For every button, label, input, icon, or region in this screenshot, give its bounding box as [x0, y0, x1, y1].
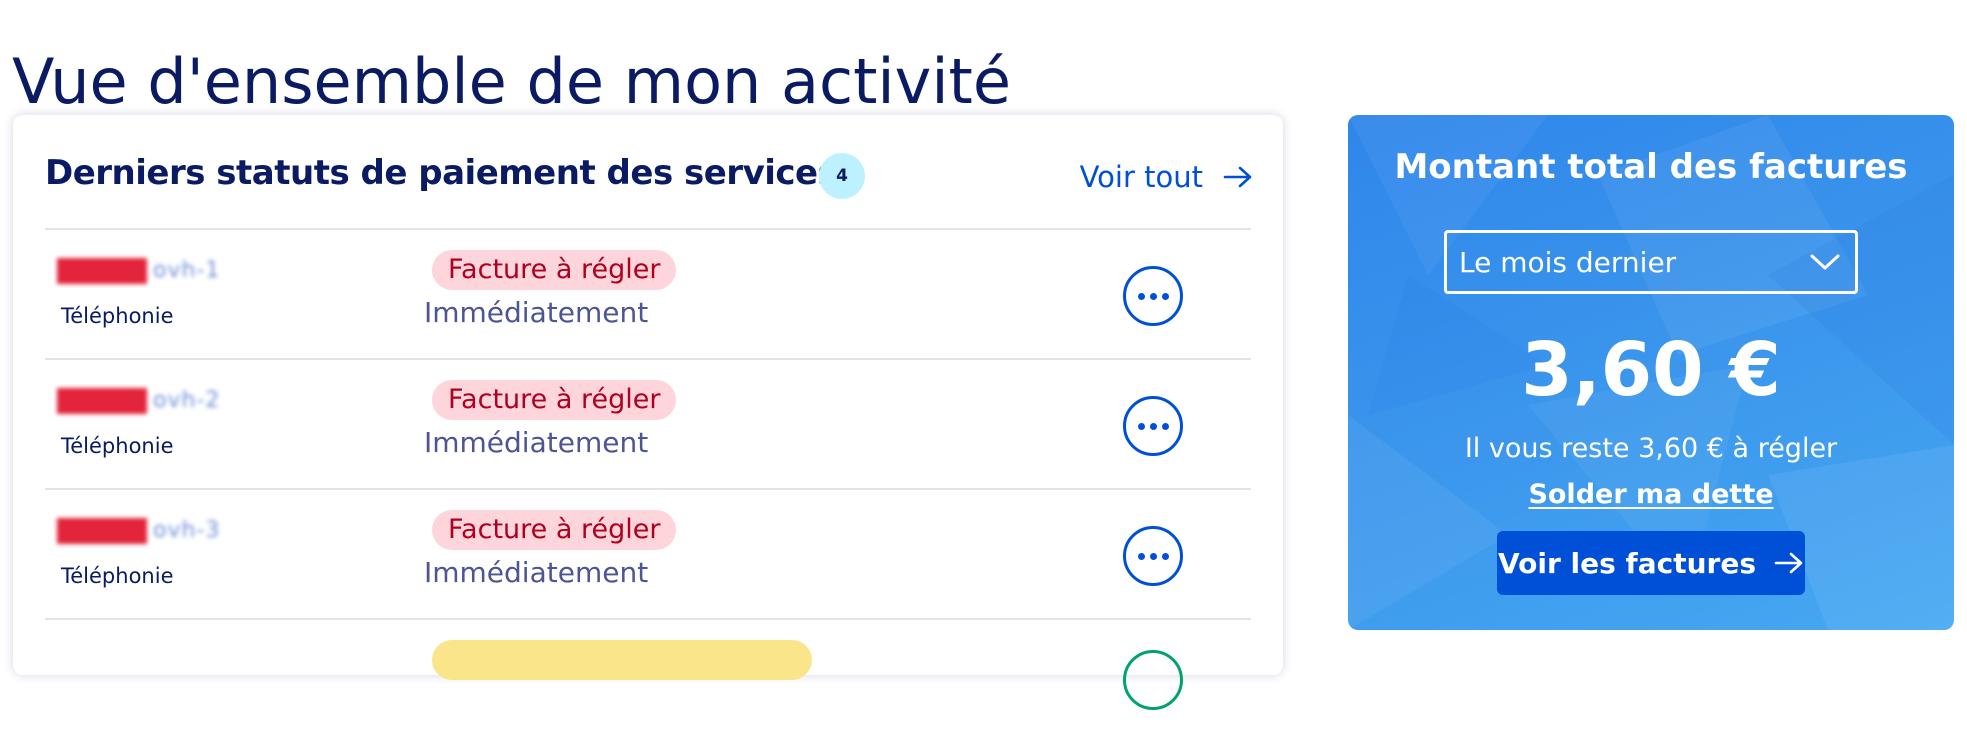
service-name[interactable]: ovh-1 [57, 258, 239, 288]
row-actions-button[interactable] [1123, 396, 1183, 456]
due-date: Immédiatement [424, 556, 649, 589]
row-actions-button[interactable] [1123, 650, 1183, 710]
more-horizontal-icon [1137, 292, 1169, 300]
service-row-partial [45, 618, 1251, 750]
service-type: Téléphonie [61, 564, 174, 588]
arrow-right-icon [1774, 552, 1803, 574]
see-all-link[interactable]: Voir tout [1080, 155, 1253, 199]
remaining-amount: Il vous reste 3,60 € à régler [1464, 433, 1838, 464]
due-date: Immédiatement [424, 426, 649, 459]
settle-debt-link[interactable]: Solder ma dette [1528, 479, 1773, 510]
service-row: ovh-3 Téléphonie Facture à régler Immédi… [45, 488, 1251, 620]
service-name[interactable]: ovh-3 [57, 518, 239, 548]
arrow-right-icon [1223, 166, 1252, 188]
invoice-total-card: Montant total des factures Le mois derni… [1348, 115, 1954, 630]
status-badge [432, 640, 812, 680]
card-title: Derniers statuts de paiement des service… [45, 153, 838, 193]
row-actions-button[interactable] [1123, 526, 1183, 586]
service-name[interactable]: ovh-2 [57, 388, 239, 418]
more-horizontal-icon [1137, 422, 1169, 430]
page-title: Vue d'ensemble de mon activité [12, 44, 1011, 118]
status-badge: Facture à régler [432, 510, 677, 550]
card-header: Derniers statuts de paiement des service… [45, 145, 1265, 205]
service-row: ovh-1 Téléphonie Facture à régler Immédi… [45, 228, 1251, 360]
total-title: Montant total des factures [1394, 147, 1908, 187]
settle-debt-link-wrap: Solder ma dette [1348, 479, 1954, 510]
row-actions-button[interactable] [1123, 266, 1183, 326]
period-select-value: Le mois dernier [1459, 245, 1677, 279]
view-invoices-label: Voir les factures [1498, 546, 1756, 580]
total-amount: 3,60 € [1521, 327, 1781, 413]
service-type: Téléphonie [61, 434, 174, 458]
see-all-label: Voir tout [1079, 160, 1203, 194]
status-badge: Facture à régler [432, 250, 677, 290]
status-badge: Facture à régler [432, 380, 677, 420]
view-invoices-button[interactable]: Voir les factures [1497, 531, 1805, 595]
period-select[interactable]: Le mois dernier [1444, 230, 1858, 294]
more-horizontal-icon [1137, 552, 1169, 560]
chevron-down-icon [1810, 254, 1840, 270]
count-badge: 4 [819, 153, 865, 199]
due-date: Immédiatement [424, 296, 649, 329]
service-type: Téléphonie [61, 304, 174, 328]
payment-status-card: Derniers statuts de paiement des service… [13, 115, 1283, 710]
service-row: ovh-2 Téléphonie Facture à régler Immédi… [45, 358, 1251, 490]
